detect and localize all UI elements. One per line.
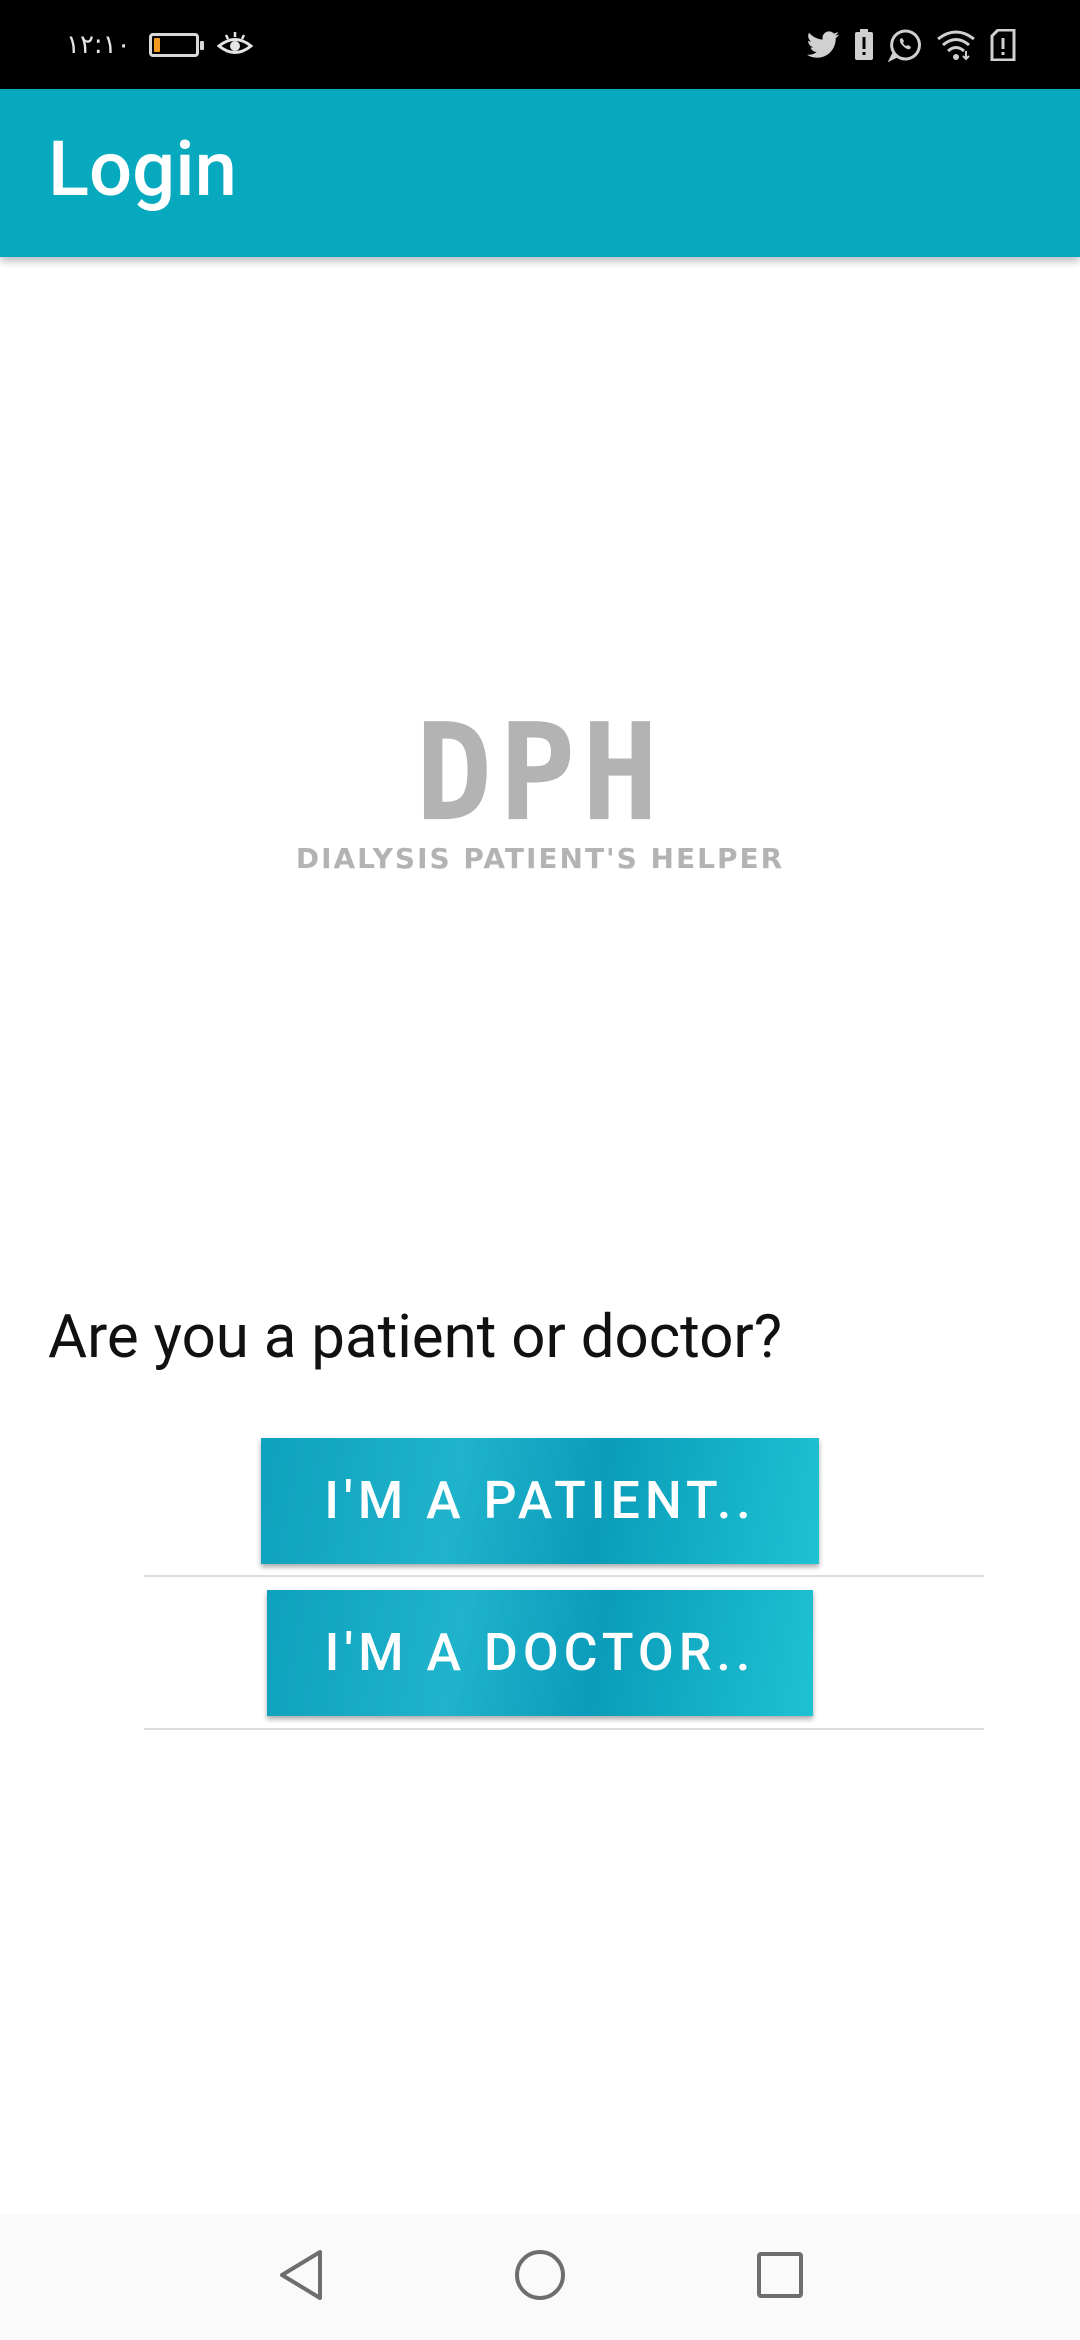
- sim-alert-icon: [990, 29, 1016, 61]
- battery-level-fill: [153, 38, 160, 52]
- divider: [144, 1728, 984, 1730]
- battery-icon: [148, 33, 204, 57]
- home-button[interactable]: [460, 2214, 620, 2340]
- back-icon: [276, 2248, 326, 2306]
- wifi-icon: [936, 29, 976, 61]
- login-screen: ١٢:١٠ Login DPH DIALYSIS PATIENT'S HELPE…: [0, 0, 1080, 2340]
- divider: [144, 1575, 984, 1577]
- doctor-button[interactable]: I'M A DOCTOR..: [267, 1590, 813, 1716]
- status-time: ١٢:١٠: [66, 30, 131, 60]
- battery-alert-icon: [854, 29, 874, 61]
- app-logo: DPH DIALYSIS PATIENT'S HELPER: [0, 695, 1080, 875]
- whatsapp-icon: [888, 28, 922, 62]
- status-bar: ١٢:١٠: [0, 0, 1080, 89]
- home-icon: [513, 2248, 567, 2306]
- role-question: Are you a patient or doctor?: [48, 1301, 783, 1372]
- back-button[interactable]: [221, 2214, 381, 2340]
- status-right: [806, 24, 1016, 66]
- logo-mark: DPH: [415, 695, 665, 852]
- twitter-icon: [806, 31, 840, 59]
- system-nav-bar: [0, 2214, 1080, 2340]
- recents-button[interactable]: [700, 2214, 860, 2340]
- eye-icon: [216, 31, 253, 59]
- recents-icon: [755, 2250, 805, 2304]
- patient-button[interactable]: I'M A PATIENT..: [261, 1438, 819, 1564]
- status-left: ١٢:١٠: [66, 24, 253, 66]
- page-title: Login: [48, 124, 237, 214]
- app-bar: Login: [0, 89, 1080, 257]
